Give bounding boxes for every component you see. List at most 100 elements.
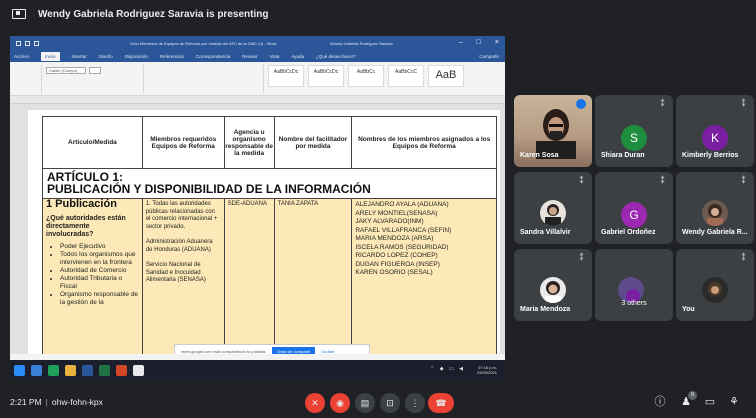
authorities-list: Poder Ejecutivo Todos los organismos que… xyxy=(46,243,139,307)
tab-referencias: Referencias xyxy=(159,53,184,59)
participant-tile-others[interactable]: 3 others xyxy=(595,249,673,321)
participant-name: Gabriel Ordoñez xyxy=(601,229,656,236)
more-options-button[interactable]: ⋮ xyxy=(405,393,425,413)
member-name: ISCELA RAMOS (SEGURIDAD) xyxy=(355,243,449,251)
person-silhouette xyxy=(536,109,576,159)
participant-tile-wendy-gabriela[interactable]: ⁑ Wendy Gabriela R... xyxy=(676,172,754,244)
participant-name: Karen Sosa xyxy=(520,152,559,159)
word-icon xyxy=(82,364,93,376)
minimize-icon: – xyxy=(458,39,463,46)
avatar xyxy=(702,200,728,226)
mic-toggle-button[interactable]: ✕ xyxy=(305,393,325,413)
activities-icon: ⚘ xyxy=(729,396,739,408)
member-name: DUGAN FIGUEROA (INSEP) xyxy=(355,260,440,268)
word-ribbon-tabs: Archivo Inicio Insertar Diseño Disposici… xyxy=(10,50,505,62)
avatar: K xyxy=(702,125,728,151)
quick-access-toolbar xyxy=(16,40,39,46)
member-name: MARIA MENDOZA (ARSA) xyxy=(355,235,434,242)
list-item: Organismo responsable de la gestión de l… xyxy=(60,291,139,307)
activities-button[interactable]: ⚘ xyxy=(726,394,742,410)
member-name: JAKY ALVARADO(INM) xyxy=(355,218,424,225)
file-explorer-icon xyxy=(65,364,76,376)
participant-tile-gabriel-ordonez[interactable]: ⁑ G Gabriel Ordoñez xyxy=(595,172,673,244)
hide-toast-button[interactable]: Ocultar xyxy=(321,349,334,354)
participant-tile-shiara-duran[interactable]: ⁑ S Shiara Duran xyxy=(595,95,673,167)
avatar-photo xyxy=(545,204,561,226)
avatar-photo xyxy=(545,281,561,303)
share-toast-message: meet.google.com está compartiendo tu pan… xyxy=(181,348,267,354)
captions-icon: ▤ xyxy=(360,398,370,408)
reform-table: Artículo/Medida Miembros requeridos Equi… xyxy=(42,116,497,359)
clipboard-group xyxy=(12,65,42,93)
participant-tile-you[interactable]: ⁑ You xyxy=(676,249,754,321)
style-normal: AaBbCcDc xyxy=(268,65,304,87)
participant-name: Maria Mendoza xyxy=(520,306,571,313)
participant-tile-sandra-villalvir[interactable]: ⁑ Sandra Villalvir xyxy=(514,172,592,244)
window-controls: – □ × xyxy=(459,39,499,46)
participant-count-badge: 9 xyxy=(688,391,697,400)
hang-up-icon: ☎ xyxy=(435,398,447,408)
style-heading-2: AaBbCcC xyxy=(388,65,424,87)
style-title: AaB xyxy=(428,65,464,87)
ruler xyxy=(10,96,505,104)
participant-name: Shiara Duran xyxy=(601,152,645,159)
store-icon xyxy=(48,364,59,376)
word-title-bar: Guía Miembros de Equipos de Reforma por … xyxy=(10,36,505,50)
captions-button[interactable]: ▤ xyxy=(355,393,375,413)
avatar xyxy=(540,277,566,303)
tell-me-search: ¿Qué desea hacer? xyxy=(316,53,356,59)
participant-name: Sandra Villalvir xyxy=(520,229,571,236)
word-user-name: Wendy Gabriela Rodriguez Saravia xyxy=(330,41,393,46)
paragraph-group xyxy=(146,65,264,93)
participant-tile-kimberly-berrios[interactable]: ⁑ K Kimberly Berrios xyxy=(676,95,754,167)
style-heading-1: AaBbCc xyxy=(348,65,384,87)
meeting-time: 2:21 PM xyxy=(10,397,42,407)
more-vert-icon: ⋮ xyxy=(410,398,420,408)
participant-tile-karen-sosa[interactable]: Karen Sosa xyxy=(514,95,592,167)
list-item: Autoridad de Comercio xyxy=(60,267,139,275)
header-articulo: Artículo/Medida xyxy=(42,116,143,169)
member-name: ALEJANDRO AYALA (ADUANA) xyxy=(355,201,449,208)
member-name: RICARDO LOPEZ (COHEP) xyxy=(355,252,438,259)
participant-tile-maria-mendoza[interactable]: ⁑ Maria Mendoza xyxy=(514,249,592,321)
tab-ayuda: Ayuda xyxy=(291,53,305,59)
maximize-icon: □ xyxy=(476,39,481,46)
font-group xyxy=(44,65,144,93)
mic-muted-icon: ⁑ xyxy=(660,99,665,108)
presenting-text: Wendy Gabriela Rodriguez Saravia is pres… xyxy=(38,8,269,20)
camera-toggle-button[interactable]: ◉ xyxy=(330,393,350,413)
participant-name: 3 others xyxy=(621,300,647,307)
required-members-cell: 1. Todas las autoridades públicas relaci… xyxy=(141,198,225,359)
avatar: G xyxy=(621,202,647,228)
measure-title: 1 Publicación xyxy=(46,198,117,210)
present-now-button[interactable]: ⊡ xyxy=(380,393,400,413)
meeting-details-button[interactable]: ⓘ xyxy=(652,394,668,410)
present-icon: ⊡ xyxy=(386,398,394,408)
mic-muted-icon: ⁑ xyxy=(579,176,584,185)
excel-icon xyxy=(99,364,110,376)
section-heading: ARTÍCULO 1: PUBLICACIÓN Y DISPONIBILIDAD… xyxy=(42,168,497,199)
tab-correspondencia: Correspondencia xyxy=(195,53,231,59)
mic-muted-icon: ⁑ xyxy=(741,99,746,108)
members-cell: ALEJANDRO AYALA (ADUANA) ARELY MONTIEL(S… xyxy=(351,198,497,359)
present-screen-icon xyxy=(12,9,26,19)
tab-disposicion: Disposición xyxy=(124,53,148,59)
mic-off-icon: ✕ xyxy=(311,398,319,408)
required-member-text: Administración Aduanera de Honduras (ADU… xyxy=(145,239,213,253)
agency-cell: SDE-ADUANA xyxy=(223,198,275,359)
presenting-banner: Wendy Gabriela Rodriguez Saravia is pres… xyxy=(0,0,756,28)
chat-button[interactable]: ▭ xyxy=(702,394,718,410)
system-tray-icons: ⌃ ◆ ▭ ◀ xyxy=(430,366,465,372)
avatar xyxy=(540,200,566,226)
avatar: S xyxy=(621,125,647,151)
leave-call-button[interactable]: ☎ xyxy=(428,393,454,413)
mic-muted-icon: ⁑ xyxy=(660,176,665,185)
facilitator-cell: TANIA ZAPATA xyxy=(273,198,353,359)
taskbar-date: 09/05/2021 xyxy=(476,370,497,375)
mic-muted-icon: ⁑ xyxy=(579,253,584,262)
tab-inicio: Inicio xyxy=(41,51,60,61)
tab-diseno: Diseño xyxy=(98,53,113,59)
required-member-text: 1. Todas las autoridades públicas relaci… xyxy=(145,201,218,230)
powerpoint-icon xyxy=(116,364,127,376)
info-icon: ⓘ xyxy=(654,396,666,408)
